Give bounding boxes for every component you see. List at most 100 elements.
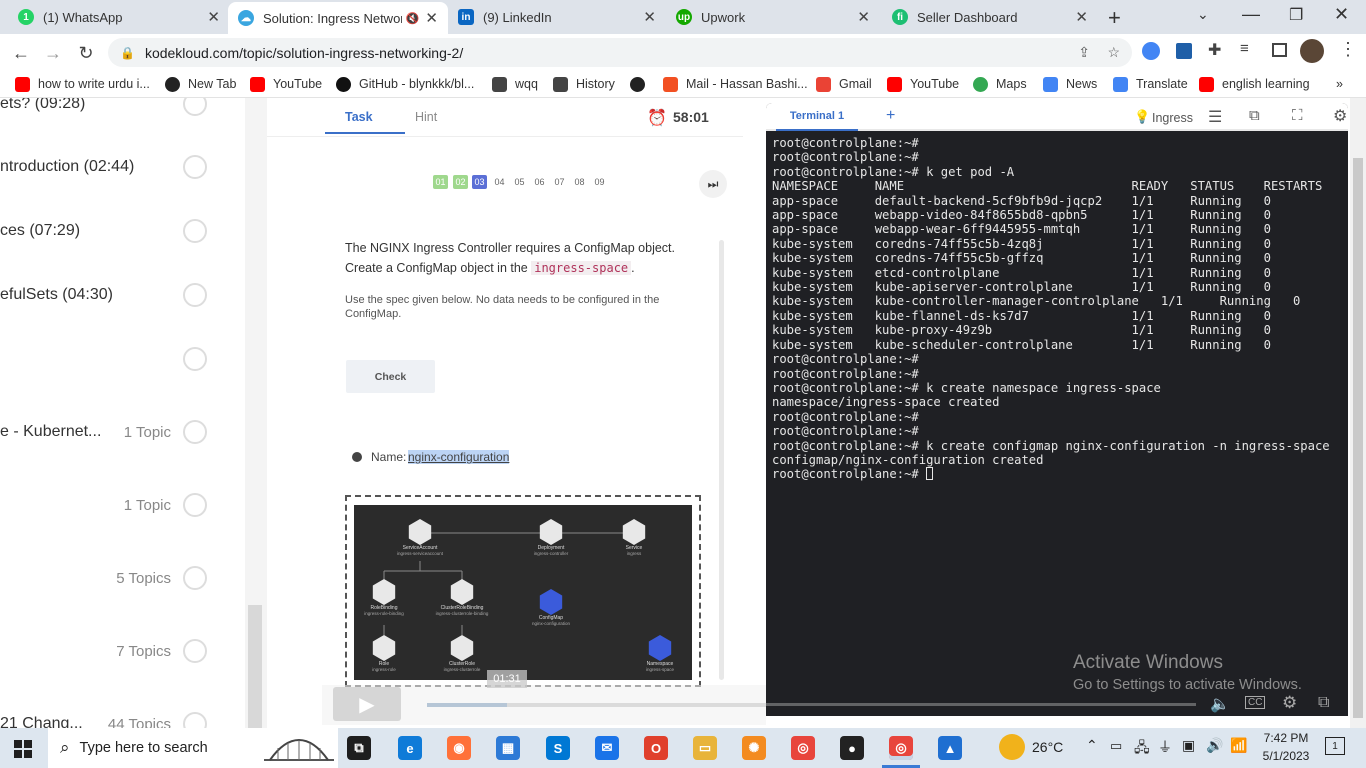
- mail-icon[interactable]: ✉: [595, 736, 619, 760]
- bookmark-item[interactable]: History: [553, 75, 615, 93]
- bookmark-item[interactable]: [630, 75, 653, 93]
- completion-circle-icon[interactable]: [183, 639, 207, 663]
- bookmark-item[interactable]: GitHub - blynkkk/bl...: [336, 75, 474, 93]
- mic-extension-icon[interactable]: [1142, 42, 1160, 60]
- skip-to-end-button[interactable]: ⏭: [699, 170, 727, 198]
- chrome-icon[interactable]: ◎: [791, 736, 815, 760]
- lesson-item[interactable]: 21 Chang... 44 Topics: [0, 709, 245, 728]
- tab-hint[interactable]: Hint: [415, 110, 437, 124]
- lesson-item[interactable]: 7 Topics: [0, 636, 245, 666]
- photos-icon[interactable]: ▲: [938, 736, 962, 760]
- mute-icon[interactable]: 🔇: [406, 12, 420, 25]
- step-chip[interactable]: 07: [552, 175, 567, 189]
- more-bookmarks-icon[interactable]: »: [1336, 75, 1343, 93]
- bookmark-item[interactable]: wqq: [492, 75, 538, 93]
- tab-upwork[interactable]: up Upwork ✕: [666, 0, 880, 34]
- edge-icon[interactable]: e: [398, 736, 422, 760]
- bookmark-item[interactable]: YouTube: [250, 75, 322, 93]
- notifications-icon[interactable]: 1: [1325, 737, 1345, 755]
- skype-icon[interactable]: S: [546, 736, 570, 760]
- step-chip[interactable]: 05: [512, 175, 527, 189]
- restore-button[interactable]: ❐: [1289, 5, 1303, 25]
- lock-icon[interactable]: 🔒: [120, 46, 135, 60]
- share-icon[interactable]: ⇪: [1078, 44, 1090, 61]
- terminal-window[interactable]: Terminal 1 + 💡 Ingress ☰ ⧉ ⛶ ⚙ root@cont…: [766, 103, 1348, 716]
- obs-icon[interactable]: ●: [840, 736, 864, 760]
- back-button[interactable]: ←: [8, 40, 34, 66]
- settings-app-icon[interactable]: ✺: [742, 736, 766, 760]
- firefox-icon[interactable]: ◉: [447, 736, 471, 760]
- step-chip[interactable]: 02: [453, 175, 468, 189]
- bookmark-item[interactable]: News: [1043, 75, 1097, 93]
- windows-start-icon[interactable]: [14, 740, 32, 758]
- completion-circle-icon[interactable]: [183, 155, 207, 179]
- open-external-icon[interactable]: ⧉: [1249, 107, 1260, 124]
- captions-icon[interactable]: CC: [1245, 696, 1266, 709]
- network-icon[interactable]: 🖧: [1134, 737, 1150, 761]
- close-icon[interactable]: ✕: [425, 9, 438, 27]
- file-explorer-icon[interactable]: ▭: [693, 736, 717, 760]
- step-chip[interactable]: 06: [532, 175, 547, 189]
- window-close-button[interactable]: ✕: [1334, 4, 1349, 25]
- battery-icon[interactable]: ▭: [1110, 738, 1122, 754]
- clock-date[interactable]: 5/1/2023: [1255, 749, 1317, 763]
- tab-search-icon[interactable]: ⌄: [1197, 6, 1209, 23]
- opera-icon[interactable]: O: [644, 736, 668, 760]
- lesson-item[interactable]: [0, 344, 245, 374]
- video-settings-icon[interactable]: ⚙: [1282, 693, 1297, 713]
- task-view-icon[interactable]: ⧉: [347, 736, 371, 760]
- reload-button[interactable]: ↻: [73, 40, 99, 66]
- menu-icon[interactable]: ⋮: [1339, 39, 1357, 60]
- page-scrollbar[interactable]: [1350, 98, 1366, 728]
- sidebar-scrollbar-thumb[interactable]: [248, 605, 262, 728]
- taskbar-search-box[interactable]: ⌕ Type here to search: [48, 728, 338, 768]
- step-chip[interactable]: 01: [433, 175, 448, 189]
- step-chip[interactable]: 08: [572, 175, 587, 189]
- bookmark-item[interactable]: how to write urdu i...: [15, 75, 150, 93]
- completion-circle-icon[interactable]: [183, 712, 207, 728]
- fullscreen-icon[interactable]: ⛶: [1292, 107, 1303, 124]
- show-hidden-icons[interactable]: ⌃: [1086, 737, 1098, 754]
- store-icon[interactable]: ▦: [496, 736, 520, 760]
- step-chip[interactable]: 09: [592, 175, 607, 189]
- forward-button[interactable]: →: [40, 40, 66, 66]
- completion-circle-icon[interactable]: [183, 347, 207, 371]
- completion-circle-icon[interactable]: [183, 566, 207, 590]
- bookmark-item[interactable]: english learning: [1199, 75, 1310, 93]
- tab-task[interactable]: Task: [345, 110, 373, 124]
- step-chip[interactable]: 04: [492, 175, 507, 189]
- bookmark-item[interactable]: YouTube: [887, 75, 959, 93]
- close-icon[interactable]: ✕: [1075, 8, 1088, 26]
- usb-icon[interactable]: ⏚: [1158, 737, 1172, 757]
- lesson-item[interactable]: 1 Topic: [0, 490, 245, 520]
- lesson-item[interactable]: ets? (09:28): [0, 98, 245, 119]
- wifi-icon[interactable]: 📶: [1230, 737, 1247, 754]
- side-panel-icon[interactable]: [1272, 43, 1287, 57]
- task-scrollbar[interactable]: [719, 240, 724, 680]
- close-icon[interactable]: ✕: [857, 8, 870, 26]
- clock-time[interactable]: 7:42 PM: [1258, 731, 1314, 745]
- weather-icon[interactable]: [999, 734, 1025, 760]
- check-button[interactable]: Check: [346, 360, 435, 393]
- tab-linkedin[interactable]: in (9) LinkedIn ✕: [448, 0, 666, 34]
- completion-circle-icon[interactable]: [183, 493, 207, 517]
- volume-icon[interactable]: 🔈: [1210, 694, 1230, 714]
- avatar[interactable]: [1300, 39, 1324, 63]
- tab-seller-dashboard[interactable]: fi Seller Dashboard ✕: [882, 0, 1098, 34]
- lesson-item[interactable]: ntroduction (02:44): [0, 152, 245, 182]
- tab-kodekloud[interactable]: ☁ Solution: Ingress Networ 🔇 ✕: [228, 2, 448, 34]
- close-icon[interactable]: ✕: [643, 8, 656, 26]
- bookmark-star-icon[interactable]: ☆: [1107, 44, 1120, 61]
- completion-circle-icon[interactable]: [183, 283, 207, 307]
- minimize-button[interactable]: —: [1242, 4, 1260, 25]
- completion-circle-icon[interactable]: [183, 98, 207, 116]
- tab-whatsapp[interactable]: 1 (1) WhatsApp ✕: [8, 0, 230, 34]
- bookmark-item[interactable]: Maps: [973, 75, 1027, 93]
- bookmark-item[interactable]: Gmail: [816, 75, 872, 93]
- play-button[interactable]: ▶: [333, 687, 401, 721]
- display-icon[interactable]: ▣: [1182, 737, 1195, 754]
- new-tab-button[interactable]: +: [1108, 5, 1121, 31]
- download-extension-icon[interactable]: [1176, 43, 1192, 59]
- hamburger-icon[interactable]: ☰: [1208, 107, 1222, 127]
- gear-icon[interactable]: ⚙: [1333, 106, 1347, 126]
